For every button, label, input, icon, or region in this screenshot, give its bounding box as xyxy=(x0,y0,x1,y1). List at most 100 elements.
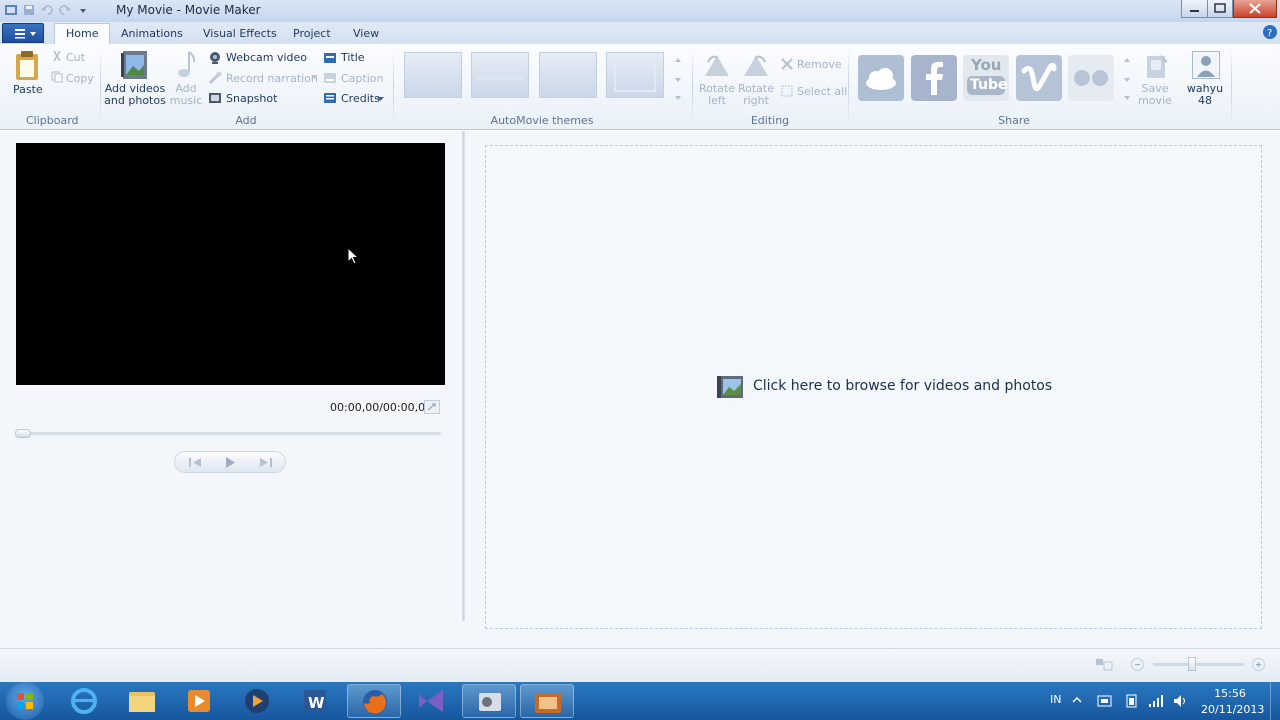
next-frame-button[interactable] xyxy=(254,455,278,470)
clock-date[interactable]: 20/11/2013 xyxy=(1201,703,1264,716)
pane-splitter[interactable] xyxy=(462,131,465,621)
redo-icon[interactable] xyxy=(58,3,72,17)
theme-gallery-scroll[interactable] xyxy=(673,52,683,102)
clipboard-group-label: Clipboard xyxy=(26,114,79,127)
app-menu-icon[interactable] xyxy=(4,3,18,17)
split-preview-icon[interactable] xyxy=(424,400,440,414)
select-all-button[interactable]: Select all xyxy=(797,85,847,98)
skydrive-icon[interactable] xyxy=(858,55,904,101)
tab-view[interactable]: View xyxy=(345,25,387,42)
video-preview[interactable] xyxy=(16,143,445,385)
paste-button[interactable]: Paste xyxy=(13,83,43,96)
group-separator xyxy=(100,48,101,126)
youtube-icon[interactable]: You Tube xyxy=(963,55,1009,101)
qat-dropdown-icon[interactable] xyxy=(76,3,90,17)
rotate-right-icon xyxy=(741,52,771,78)
add-media-icon xyxy=(717,373,745,401)
facebook-icon[interactable] xyxy=(911,55,957,101)
play-button[interactable] xyxy=(219,455,243,470)
paste-icon[interactable] xyxy=(14,50,40,82)
power-icon[interactable] xyxy=(1124,693,1140,709)
rotate-right-button[interactable]: Rotate right xyxy=(737,83,775,107)
start-button[interactable] xyxy=(6,682,44,720)
word-icon[interactable]: W xyxy=(288,684,342,718)
share-gallery-scroll[interactable] xyxy=(1122,52,1132,102)
add-videos-icon[interactable] xyxy=(120,49,150,81)
show-desktop-button[interactable] xyxy=(1270,682,1280,720)
language-indicator[interactable]: IN xyxy=(1050,693,1061,706)
browse-prompt[interactable]: Click here to browse for videos and phot… xyxy=(753,378,1052,394)
save-movie-label-2: movie xyxy=(1138,94,1172,107)
add-music-button[interactable]: Add music xyxy=(164,83,208,107)
rotate-left-label-2: left xyxy=(708,94,726,107)
playback-time: 00:00,00/00:00,00 xyxy=(330,401,433,414)
avatar[interactable] xyxy=(1192,51,1220,79)
storyboard-drop-area[interactable]: Click here to browse for videos and phot… xyxy=(485,145,1262,629)
tab-visual-effects[interactable]: Visual Effects xyxy=(195,25,285,42)
zoom-out-icon[interactable] xyxy=(1131,658,1144,671)
tab-home[interactable]: Home xyxy=(54,23,111,45)
taskbar: W IN 15:56 20/11/2013 xyxy=(0,682,1280,720)
webcam-video-button[interactable]: Webcam video xyxy=(226,51,307,64)
theme-thumbnail[interactable] xyxy=(404,52,462,98)
previous-frame-button[interactable] xyxy=(183,455,207,470)
close-button[interactable] xyxy=(1233,0,1277,18)
group-separator xyxy=(1231,48,1232,126)
theme-thumbnail[interactable] xyxy=(471,52,529,98)
add-videos-button[interactable]: Add videos and photos xyxy=(104,83,166,107)
svg-text:W: W xyxy=(308,694,325,712)
internet-explorer-icon[interactable] xyxy=(57,684,111,718)
webcam-icon xyxy=(208,51,222,65)
copy-button[interactable]: Copy xyxy=(66,72,94,85)
file-explorer-icon[interactable] xyxy=(115,684,169,718)
volume-icon[interactable] xyxy=(1172,693,1188,709)
youtube-badge: Tube xyxy=(967,76,1008,95)
add-music-icon xyxy=(175,50,197,80)
zoom-slider-handle[interactable] xyxy=(1188,657,1196,671)
maximize-button[interactable] xyxy=(1207,0,1233,18)
save-icon[interactable] xyxy=(22,3,36,17)
remove-icon xyxy=(781,58,793,70)
remove-button[interactable]: Remove xyxy=(797,58,842,71)
title-button[interactable]: Title xyxy=(341,51,365,64)
flickr-icon[interactable] xyxy=(1068,55,1114,101)
add-videos-label-2: and photos xyxy=(104,94,166,107)
rotate-left-icon xyxy=(702,52,732,78)
network-signal-icon[interactable] xyxy=(1148,693,1164,709)
tab-project[interactable]: Project xyxy=(285,25,339,42)
rotate-right-label-2: right xyxy=(743,94,769,107)
seek-bar[interactable] xyxy=(16,432,441,435)
cut-button[interactable]: Cut xyxy=(66,51,85,64)
rotate-left-button[interactable]: Rotate left xyxy=(698,83,736,107)
movie-maker-icon[interactable] xyxy=(520,684,574,718)
zoom-in-icon[interactable] xyxy=(1252,658,1265,671)
media-player-icon[interactable] xyxy=(172,684,226,718)
theme-thumbnail[interactable] xyxy=(606,52,664,98)
minimize-button[interactable] xyxy=(1181,0,1208,18)
tray-chevron-icon[interactable] xyxy=(1072,695,1082,705)
seek-handle[interactable] xyxy=(15,429,31,438)
tab-animations[interactable]: Animations xyxy=(113,25,191,42)
zoom-slider[interactable] xyxy=(1153,663,1244,666)
action-center-icon[interactable] xyxy=(1097,693,1113,709)
thumbnail-size-icon[interactable] xyxy=(1095,657,1113,671)
visual-studio-icon[interactable] xyxy=(405,684,459,718)
media-app-icon[interactable] xyxy=(462,684,516,718)
caption-button[interactable]: Caption xyxy=(341,72,383,85)
record-narration-button[interactable]: Record narration xyxy=(226,72,318,85)
undo-icon[interactable] xyxy=(40,3,54,17)
save-movie-button[interactable]: Save movie xyxy=(1135,83,1175,107)
clock-time[interactable]: 15:56 xyxy=(1213,687,1247,700)
credits-button[interactable]: Credits xyxy=(341,92,380,105)
add-music-label-2: music xyxy=(169,94,203,107)
snapshot-button[interactable]: Snapshot xyxy=(226,92,277,105)
theme-thumbnail[interactable] xyxy=(539,52,597,98)
themes-group-label: AutoMovie themes xyxy=(490,114,594,127)
firefox-icon[interactable] xyxy=(347,684,401,718)
vimeo-icon[interactable] xyxy=(1016,55,1062,101)
user-account-button[interactable]: wahyu 48 xyxy=(1185,83,1225,107)
help-icon[interactable]: ? xyxy=(1263,25,1277,39)
copy-icon xyxy=(51,71,63,83)
file-menu-button[interactable] xyxy=(2,23,44,43)
windows-media-player-icon[interactable] xyxy=(230,684,284,718)
